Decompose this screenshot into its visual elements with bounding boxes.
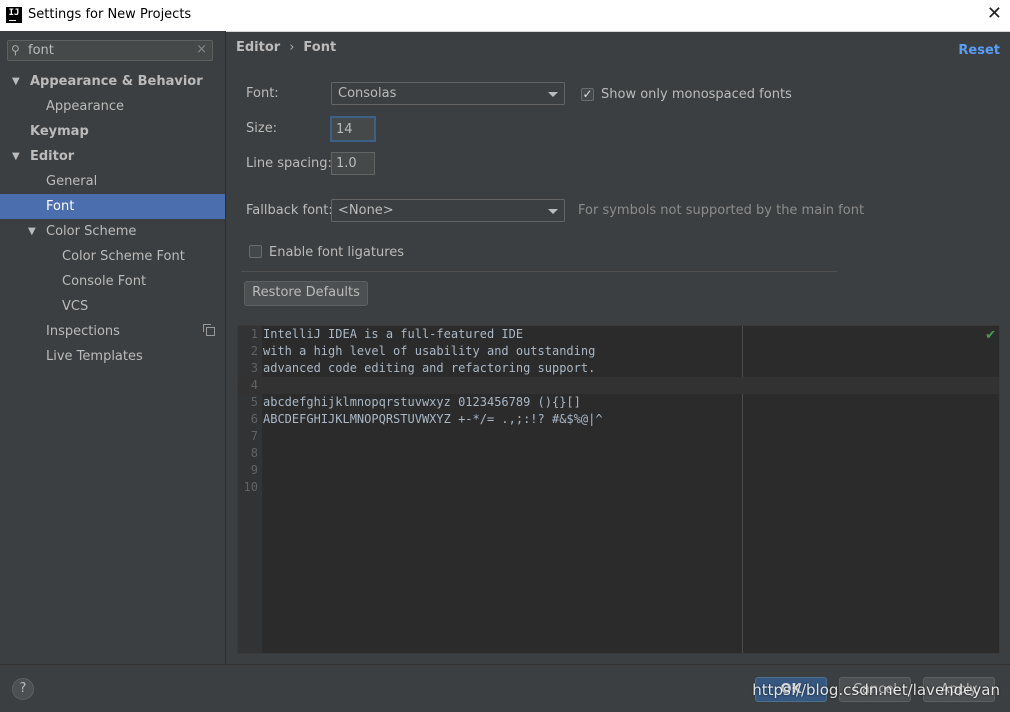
- font-combo-value: Consolas: [338, 86, 397, 101]
- fallback-font-combo[interactable]: <None>: [331, 199, 565, 222]
- chevron-down-icon: [548, 92, 558, 97]
- preview-line: 5 abcdefghijklmnopqrstuvwxyz 0123456789 (…: [238, 394, 999, 411]
- line-number: 10: [243, 480, 258, 494]
- close-icon[interactable]: ✕: [987, 3, 1002, 24]
- tree-item-vcs[interactable]: VCS: [0, 294, 225, 319]
- fallback-font-label: Fallback font:: [246, 203, 333, 218]
- line-spacing-label: Line spacing:: [246, 156, 332, 171]
- intellij-app-icon: IJ: [6, 7, 22, 23]
- breadcrumb-current: Font: [303, 40, 337, 55]
- tree-item-general[interactable]: General: [0, 169, 225, 194]
- window-title: Settings for New Projects: [28, 7, 192, 22]
- preview-line-text: with a high level of usability and outst…: [263, 344, 596, 358]
- breadcrumb-parent: Editor: [236, 40, 281, 55]
- search-field[interactable]: ⚲ ×: [7, 40, 213, 61]
- preview-line: 4: [238, 377, 999, 394]
- settings-sidebar: ⚲ × ▼ Appearance & Behavior Appearance K…: [0, 31, 226, 664]
- preview-line: 7: [238, 428, 999, 445]
- tree-item-label: Color Scheme Font: [62, 249, 185, 264]
- tree-item-label: Inspections: [46, 324, 120, 339]
- tree-item-live-templates[interactable]: Live Templates: [0, 344, 225, 369]
- tree-item-label: Color Scheme: [46, 224, 137, 239]
- settings-tree: ▼ Appearance & Behavior Appearance Keyma…: [0, 69, 225, 369]
- preview-line: 6 ABCDEFGHIJKLMNOPQRSTUVWXYZ +-*/= .,;:!?…: [238, 411, 999, 428]
- line-number: 1: [250, 327, 258, 341]
- tree-item-label: Font: [46, 199, 75, 214]
- tree-item-label: Live Templates: [46, 349, 143, 364]
- preview-line: 8: [238, 445, 999, 462]
- line-number: 9: [250, 463, 258, 477]
- preview-line: 10: [238, 479, 999, 496]
- tree-item-font[interactable]: Font: [0, 194, 225, 219]
- tree-item-console-font[interactable]: Console Font: [0, 269, 225, 294]
- title-bar: IJ Settings for New Projects ✕: [0, 0, 1010, 32]
- line-spacing-input[interactable]: [331, 152, 375, 175]
- font-combo[interactable]: Consolas: [331, 82, 565, 105]
- preview-line-text: advanced code editing and refactoring su…: [263, 361, 596, 375]
- preview-line: 1 IntelliJ IDEA is a full-featured IDE: [238, 326, 999, 343]
- tree-item-color-scheme-font[interactable]: Color Scheme Font: [0, 244, 225, 269]
- tree-item-appearance-behavior[interactable]: ▼ Appearance & Behavior: [0, 69, 225, 94]
- preview-line-text: IntelliJ IDEA is a full-featured IDE: [263, 327, 524, 341]
- expand-arrow-icon[interactable]: ▼: [28, 219, 36, 244]
- line-number: 4: [250, 378, 258, 392]
- tree-item-label: Appearance & Behavior: [30, 74, 203, 89]
- line-number: 8: [250, 446, 258, 460]
- restore-defaults-button[interactable]: Restore Defaults: [244, 281, 368, 306]
- expand-arrow-icon[interactable]: ▼: [12, 144, 20, 169]
- preview-line-text: abcdefghijklmnopqrstuvwxyz 0123456789 ()…: [263, 395, 581, 409]
- line-number: 6: [250, 412, 258, 426]
- tree-item-appearance[interactable]: Appearance: [0, 94, 225, 119]
- monospaced-label: Show only monospaced fonts: [601, 87, 792, 102]
- tree-item-inspections[interactable]: Inspections: [0, 319, 225, 344]
- preview-line-text: ABCDEFGHIJKLMNOPQRSTUVWXYZ +-*/= .,;:!? …: [263, 412, 603, 426]
- settings-content: Editor › Font Reset Font: Consolas ✓ Show …: [226, 31, 1010, 664]
- fallback-hint: For symbols not supported by the main fo…: [578, 203, 865, 218]
- ligatures-checkbox[interactable]: [249, 245, 262, 258]
- line-number: 7: [250, 429, 258, 443]
- search-input[interactable]: [28, 42, 188, 59]
- watermark-text: https://blog.csdn.net/lavendeyan: [752, 681, 1000, 699]
- tree-item-label: General: [46, 174, 98, 189]
- line-number: 3: [250, 361, 258, 375]
- breadcrumb-separator: ›: [289, 40, 295, 55]
- fallback-combo-value: <None>: [338, 203, 394, 218]
- section-divider: [241, 271, 837, 272]
- preview-line: 3 advanced code editing and refactoring s…: [238, 360, 999, 377]
- expand-arrow-icon[interactable]: ▼: [12, 69, 20, 94]
- font-preview-editor[interactable]: ✔ 1 IntelliJ IDEA is a full-featured IDE 2…: [237, 325, 1000, 654]
- project-copy-icon: [203, 324, 215, 336]
- tree-item-keymap[interactable]: Keymap: [0, 119, 225, 144]
- tree-item-label: Keymap: [30, 124, 89, 139]
- tree-item-label: Appearance: [46, 99, 125, 114]
- reset-link[interactable]: Reset: [958, 43, 1000, 58]
- size-label: Size:: [246, 121, 278, 136]
- search-icon: ⚲: [11, 43, 20, 57]
- chevron-down-icon: [548, 209, 558, 214]
- breadcrumb: Editor › Font: [236, 40, 336, 55]
- preview-line: 9: [238, 462, 999, 479]
- preview-line: 2 with a high level of usability and outs…: [238, 343, 999, 360]
- tree-item-label: VCS: [62, 299, 89, 314]
- tree-item-editor[interactable]: ▼ Editor: [0, 144, 225, 169]
- dialog-footer: ? OK Cancel Apply https://blog.csdn.net/…: [0, 664, 1010, 712]
- clear-search-icon[interactable]: ×: [196, 42, 207, 57]
- ligatures-label: Enable font ligatures: [269, 245, 405, 260]
- line-number: 5: [250, 395, 258, 409]
- line-number: 2: [250, 344, 258, 358]
- tree-item-label: Editor: [30, 149, 75, 164]
- tree-item-label: Console Font: [62, 274, 147, 289]
- tree-item-color-scheme[interactable]: ▼ Color Scheme: [0, 219, 225, 244]
- monospaced-checkbox[interactable]: ✓: [581, 88, 594, 101]
- font-label: Font:: [246, 86, 279, 101]
- help-button[interactable]: ?: [12, 678, 34, 700]
- size-input[interactable]: [330, 116, 376, 142]
